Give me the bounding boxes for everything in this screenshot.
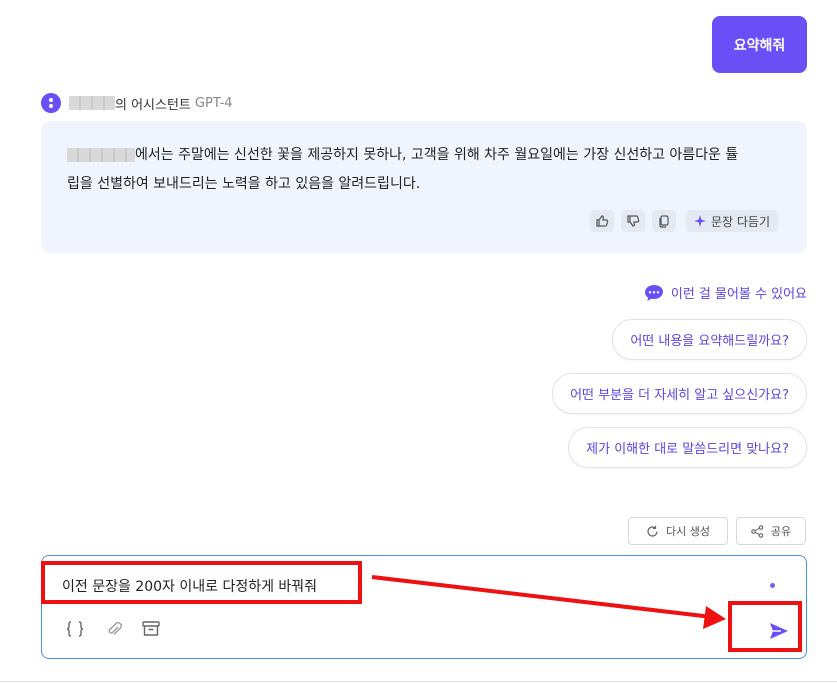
assistant-answer-card: 에서는 주말에는 신선한 꽃을 제공하지 못하나, 고객을 위해 차주 월요일에… [41,121,807,253]
share-button[interactable]: 공유 [736,517,806,545]
assistant-avatar-icon [41,93,61,113]
redacted-company [67,148,135,162]
regenerate-label: 다시 생성 [666,525,710,538]
polish-sentence-button[interactable]: 문장 다듬기 [686,210,779,232]
user-message-bubble: 요약해줘 [712,16,807,73]
polish-label: 문장 다듬기 [711,214,771,229]
share-icon [751,524,764,538]
thumbs-down-icon[interactable] [621,210,645,232]
suggestion-text: 어떤 부분을 더 자세히 알고 싶으신가요? [570,388,789,403]
send-button[interactable] [763,616,795,646]
answer-actions: 문장 다듬기 [590,210,779,232]
paperclip-icon[interactable] [103,618,125,640]
suggestion-chip-3[interactable]: 제가 이해한 대로 말씀드리면 맞나요? [568,427,807,468]
archive-icon[interactable] [140,618,162,640]
answer-line-2: 립을 선별하여 보내드리는 노력을 하고 있음을 알려드립니다. [67,176,421,192]
answer-line-1: 에서는 주말에는 신선한 꽃을 제공하지 못하나, 고객을 위해 차주 월요일에… [135,147,739,163]
redacted-name [69,96,115,110]
sparkle-icon [694,215,706,227]
suggestion-chip-1[interactable]: 어떤 내용을 요약해드릴까요? [612,319,807,360]
share-label: 공유 [770,525,792,538]
bottom-divider [0,681,837,682]
assistant-name-suffix: 의 어시스턴트 [115,97,191,113]
code-braces-icon[interactable] [64,618,86,640]
chat-screen: 요약해줘 의 어시스턴트 GPT-4 에서는 주말에는 신선한 꽃을 제공하지 … [0,0,837,683]
status-dot [770,583,775,588]
suggestions-title: 이런 걸 물어볼 수 있어요 [644,283,807,302]
answer-text: 에서는 주말에는 신선한 꽃을 제공하지 못하나, 고객을 위해 차주 월요일에… [67,141,787,199]
send-icon [770,623,788,639]
thumbs-up-icon[interactable] [590,210,614,232]
suggestion-text: 어떤 내용을 요약해드릴까요? [630,334,789,349]
message-composer: 이전 문장을 200자 이내로 다정하게 바꿔줘 [41,555,807,659]
model-tag: GPT-4 [194,95,233,111]
chat-bubble-icon [644,284,663,301]
message-input[interactable]: 이전 문장을 200자 이내로 다정하게 바꿔줘 [62,576,317,596]
user-message-text: 요약해줘 [733,37,786,54]
suggestion-text: 제가 이해한 대로 말씀드리면 맞나요? [586,442,789,457]
suggestion-chip-2[interactable]: 어떤 부분을 더 자세히 알고 싶으신가요? [552,373,807,414]
suggestions-title-text: 이런 걸 물어볼 수 있어요 [670,287,807,302]
refresh-icon [647,525,658,537]
assistant-header: 의 어시스턴트 GPT-4 [41,93,233,113]
copy-icon[interactable] [652,210,676,232]
regenerate-button[interactable]: 다시 생성 [628,517,728,545]
